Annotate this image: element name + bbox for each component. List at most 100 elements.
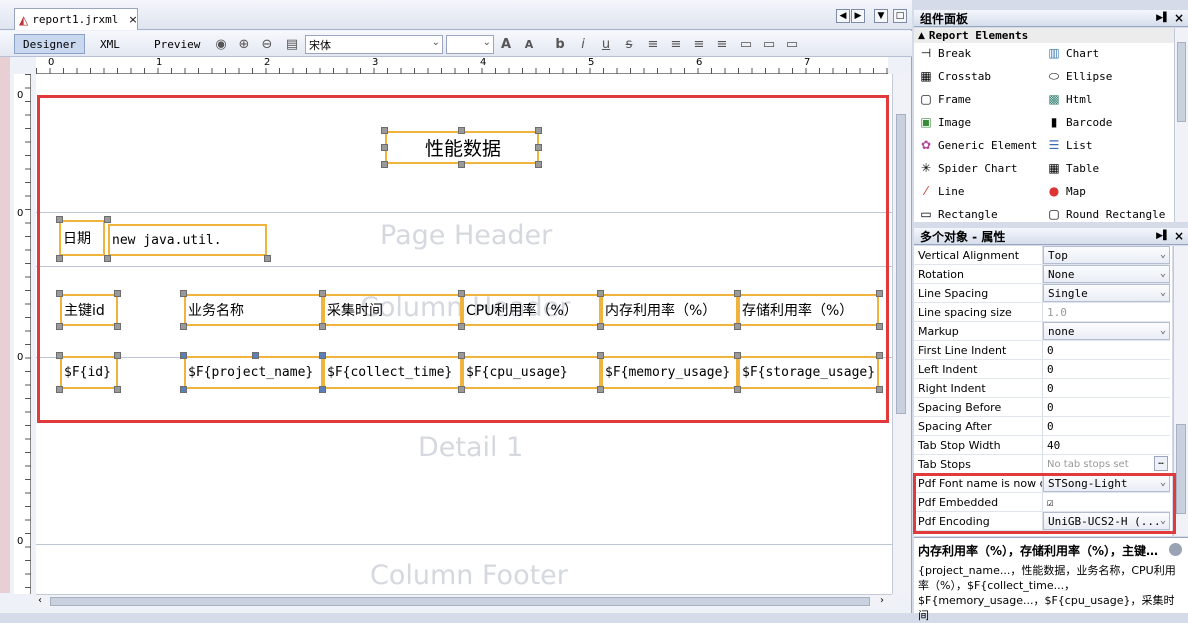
property-value[interactable]: None ⌄ [1043,265,1170,283]
property-row[interactable]: Left Indent 0 [914,360,1170,379]
font-name-value: 宋体 [309,38,331,52]
palette-item-table[interactable]: ▦ Table [1047,158,1099,178]
panel-menu-icon[interactable]: ▶▌ [1156,231,1170,241]
help-icon[interactable] [1169,543,1182,556]
align-bottom-icon[interactable]: ▭ [784,36,800,52]
map-pin-icon: ● [1048,184,1060,198]
palette-item-html[interactable]: ▩ Html [1047,89,1092,109]
font-size-select[interactable]: ⌄ [446,35,494,54]
increase-font-icon[interactable]: A [498,36,514,52]
underline-icon[interactable]: u [598,36,614,52]
property-row[interactable]: Right Indent 0 [914,379,1170,398]
property-row[interactable]: First Line Indent 0 [914,341,1170,360]
palette-scrollbar[interactable] [1174,28,1188,222]
palette-item-break[interactable]: ⊣ Break [919,43,971,63]
font-name-select[interactable]: 宋体 ⌄ [305,35,443,54]
italic-icon[interactable]: i [575,36,591,52]
scroll-thumb[interactable] [50,597,870,606]
file-tab[interactable]: ◭ report1.jrxml × [14,8,138,30]
palette-item-image[interactable]: ▣ Image [919,112,971,132]
property-value[interactable]: 0 [1043,360,1170,378]
palette-item-chart[interactable]: ▥ Chart [1047,43,1099,63]
scroll-thumb[interactable] [1177,42,1186,122]
property-value[interactable]: 0 [1043,341,1170,359]
property-value[interactable]: 0 [1043,398,1170,416]
scroll-thumb[interactable] [1176,424,1186,514]
maximize-icon[interactable]: □ [893,9,907,23]
paste-icon[interactable]: ▤ [284,36,300,52]
strikethrough-icon[interactable]: s [621,36,637,52]
palette-item-label: Table [1066,161,1100,175]
canvas-vertical-scrollbar[interactable] [892,74,908,594]
ruler-mark: 2 [264,57,271,68]
chevron-down-icon: ⌄ [431,37,440,48]
bold-icon[interactable]: b [552,36,568,52]
align-justify-icon[interactable]: ≡ [668,36,684,52]
property-row[interactable]: Tab Stops No tab stops set… [914,455,1170,474]
property-row[interactable]: Tab Stop Width 40 [914,436,1170,455]
zoom-in-icon[interactable]: ⊕ [236,36,252,52]
palette-item-frame[interactable]: ▢ Frame [919,89,971,109]
close-icon[interactable]: × [1174,11,1184,25]
palette-item-barcode[interactable]: ▮ Barcode [1047,112,1113,132]
property-row[interactable]: Markup none ⌄ [914,322,1170,341]
property-row[interactable]: Line spacing size 1.0 [914,303,1170,322]
scroll-left-icon[interactable]: ◀ [836,9,850,23]
palette-item-line[interactable]: ⁄ Line [919,181,965,201]
tab-designer[interactable]: Designer [14,34,85,54]
scroll-right-icon[interactable]: ▶ [851,9,865,23]
align-center-icon[interactable]: ≡ [691,36,707,52]
property-value[interactable]: Top ⌄ [1043,246,1170,264]
palette-item-rectangle[interactable]: ▭ Rectangle [919,204,997,224]
property-row[interactable]: Spacing Before 0 [914,398,1170,417]
scroll-thumb[interactable] [896,114,906,414]
property-row[interactable]: Rotation None ⌄ [914,265,1170,284]
property-value-text: 1.0 [1047,305,1067,319]
align-middle-icon[interactable]: ▭ [761,36,777,52]
ruler-mark: 0 [17,208,24,219]
property-value[interactable]: none ⌄ [1043,322,1170,340]
property-value-text: 0 [1047,400,1054,414]
property-row[interactable]: Line Spacing Single ⌄ [914,284,1170,303]
palette-item-round-rectangle[interactable]: ▢ Round Rectangle [1047,204,1165,224]
property-row[interactable]: Vertical Alignment Top ⌄ [914,246,1170,265]
property-value[interactable]: No tab stops set… [1043,455,1170,473]
tab-list-icon[interactable]: ▼ [874,9,888,23]
property-value[interactable]: 40 [1043,436,1170,454]
zoom-out-icon[interactable]: ⊖ [259,36,275,52]
align-top-icon[interactable]: ▭ [738,36,754,52]
property-value[interactable]: 1.0 [1043,303,1170,321]
align-right-icon[interactable]: ≡ [714,36,730,52]
palette-item-crosstab[interactable]: ▦ Crosstab [919,66,991,86]
align-left-icon[interactable]: ≡ [645,36,661,52]
palette-section-header[interactable]: ▲ Report Elements [914,28,1174,43]
band-label-detail: Detail 1 [418,432,524,463]
close-icon[interactable]: × [1174,229,1184,243]
palette-item-label: Chart [1066,46,1100,60]
tab-xml[interactable]: XML [92,34,128,54]
property-row[interactable]: Spacing After 0 [914,417,1170,436]
property-value[interactable]: Single ⌄ [1043,284,1170,302]
zoom-fit-icon[interactable]: ◉ [213,36,229,52]
property-value[interactable]: 0 [1043,379,1170,397]
scroll-right-icon[interactable]: › [880,595,884,606]
tab-preview[interactable]: Preview [146,34,208,54]
chevron-down-icon: ⌄ [1159,325,1166,336]
palette-items: ⊣ Break ▦ Crosstab ▢ Frame ▣ Image ✿ Generic … [914,43,1174,222]
property-value[interactable]: 0 [1043,417,1170,435]
palette-item-list[interactable]: ☰ List [1047,135,1093,155]
rectangle-icon: ▭ [920,207,932,221]
canvas-horizontal-scrollbar[interactable]: ‹ › [36,594,892,607]
palette-item-generic-element[interactable]: ✿ Generic Element [919,135,1037,155]
palette-item-map[interactable]: ● Map [1047,181,1086,201]
close-icon[interactable]: × [128,13,137,26]
vertical-ruler: 0 0 0 0 [14,74,31,594]
palette-item-ellipse[interactable]: ⬭ Ellipse [1047,66,1112,86]
palette-item-label: Generic Element [938,138,1038,152]
panel-menu-icon[interactable]: ▶▌ [1156,13,1170,23]
palette-item-spider-chart[interactable]: ✳ Spider Chart [919,158,1018,178]
decrease-font-icon[interactable]: A [521,36,537,52]
ellipsis-button[interactable]: … [1154,456,1168,471]
scroll-left-icon[interactable]: ‹ [38,595,42,606]
chevron-down-icon: ⌄ [1159,287,1166,298]
